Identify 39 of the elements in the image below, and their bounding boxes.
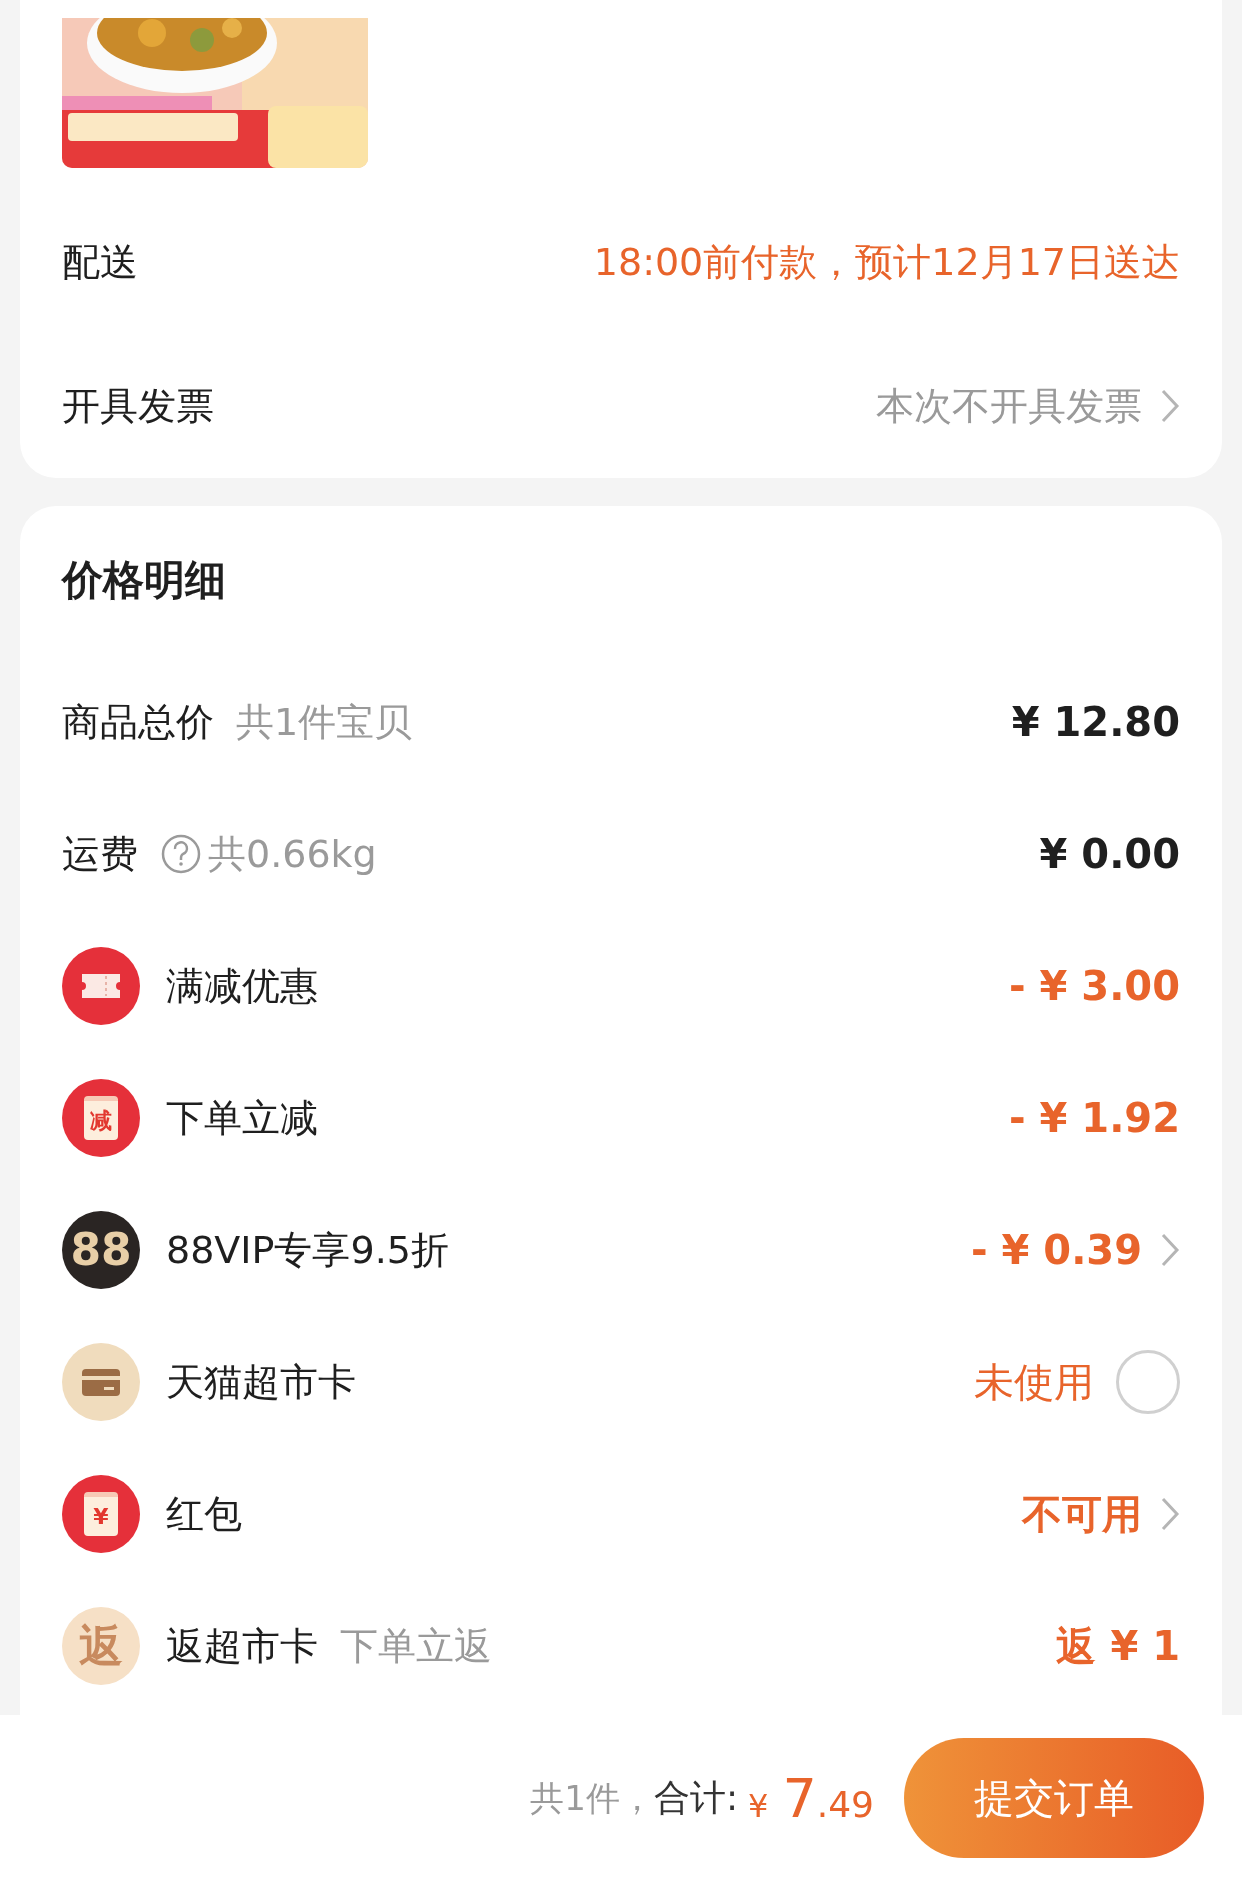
vip-icon: 88 xyxy=(62,1211,140,1289)
row-label: 红包 xyxy=(166,1490,242,1538)
chevron-icon xyxy=(1160,1232,1180,1268)
row-amount: 返 ¥ 1 xyxy=(1056,1622,1180,1671)
row-label: 天猫超市卡 xyxy=(166,1358,356,1406)
radio-button[interactable] xyxy=(1116,1350,1180,1414)
row-label: 返超市卡 xyxy=(166,1622,318,1670)
row-label: 运费 xyxy=(62,830,138,878)
section-title: 价格明细 xyxy=(62,555,227,607)
rebate-icon: 返 xyxy=(62,1607,140,1685)
row-amount: - ¥ 0.39 xyxy=(971,1226,1142,1275)
total-price: ¥ 7.49 xyxy=(748,1765,874,1832)
row-amount: ¥ 0.00 xyxy=(1039,830,1180,879)
row-label: 满减优惠 xyxy=(166,962,318,1010)
row-amount: ¥ 12.80 xyxy=(1011,698,1180,747)
row-note: 下单立返 xyxy=(340,1622,492,1670)
item-count: 共1件， xyxy=(530,1776,654,1820)
row-amount: 不可用 xyxy=(1022,1490,1142,1539)
submit-order-button[interactable]: 提交订单 xyxy=(904,1738,1204,1858)
delivery-label: 配送 xyxy=(62,238,139,286)
envelope-icon: 减 xyxy=(62,1079,140,1157)
total-label: 合计: xyxy=(653,1776,738,1820)
row-amount: - ¥ 3.00 xyxy=(1009,962,1180,1011)
delivery-time: 18:00前付款，预计12月17日送达 xyxy=(593,238,1180,286)
row-label: 商品总价 xyxy=(62,698,214,746)
ticket-icon xyxy=(62,947,140,1025)
row-amount: - ¥ 1.92 xyxy=(1009,1094,1180,1143)
row-amount: 未使用 xyxy=(974,1358,1094,1407)
chevron-icon xyxy=(1160,388,1180,424)
help-icon[interactable] xyxy=(160,833,202,875)
invoice-label: 开具发票 xyxy=(62,382,215,430)
envelope-icon: ¥ xyxy=(62,1475,140,1553)
row-note: 共1件宝贝 xyxy=(236,698,413,746)
row-note: 共0.66kg xyxy=(208,830,377,878)
row-label: 88VIP专享9.5折 xyxy=(166,1226,449,1274)
card-icon xyxy=(62,1343,140,1421)
chevron-icon xyxy=(1160,1496,1180,1532)
row-label: 下单立减 xyxy=(166,1094,318,1142)
invoice-value: 本次不开具发票 xyxy=(876,382,1142,430)
